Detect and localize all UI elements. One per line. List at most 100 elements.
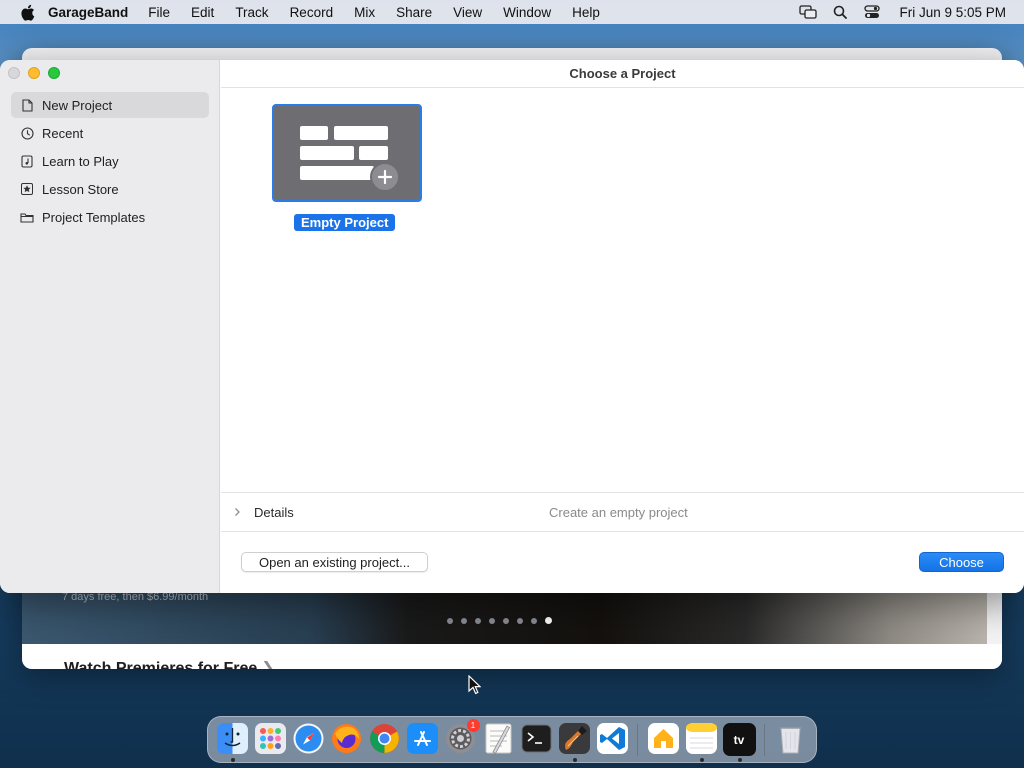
section-heading-text: Watch Premieres for Free: [64, 660, 258, 669]
menu-mix[interactable]: Mix: [354, 5, 375, 20]
app-name-menu[interactable]: GarageBand: [48, 5, 128, 20]
dock-home[interactable]: [647, 722, 680, 758]
carousel-dot[interactable]: [489, 617, 495, 624]
zoom-button[interactable]: [48, 67, 60, 79]
textedit-icon: [482, 722, 515, 758]
terminal-icon: [520, 722, 553, 758]
tile-block: [359, 146, 388, 160]
tile-block: [334, 126, 388, 140]
details-description: Create an empty project: [549, 504, 688, 520]
menu-track[interactable]: Track: [235, 5, 268, 20]
dock-separator: [764, 723, 765, 756]
running-indicator: [230, 758, 235, 762]
dock-notes[interactable]: [685, 722, 718, 762]
carousel-dot[interactable]: [461, 617, 467, 624]
menu-window[interactable]: Window: [503, 5, 551, 20]
star-icon: [20, 182, 34, 196]
sidebar-item-label: Project Templates: [42, 209, 146, 225]
open-existing-project-button[interactable]: Open an existing project...: [241, 552, 428, 572]
carousel-dot[interactable]: [475, 617, 481, 624]
menu-record[interactable]: Record: [290, 5, 334, 20]
details-label: Details: [254, 504, 294, 520]
sidebar-item-recent[interactable]: Recent: [11, 120, 209, 146]
apple-tv-icon: tv: [722, 723, 756, 756]
music-note-icon: [20, 154, 34, 168]
running-indicator: [699, 758, 704, 762]
garageband-icon: [558, 722, 591, 758]
tile-block: [300, 166, 374, 180]
folder-icon: [20, 210, 34, 224]
dock-vscode[interactable]: [596, 722, 629, 756]
choose-button[interactable]: Choose: [919, 552, 1004, 572]
disclosure-chevron-icon[interactable]: [234, 507, 244, 517]
dock-firefox[interactable]: [330, 723, 363, 756]
dock-separator: [637, 723, 638, 756]
notes-icon: [685, 722, 718, 758]
menu-bar: GarageBand File Edit Track Record Mix Sh…: [0, 0, 1024, 24]
tile-block: [300, 146, 354, 160]
carousel-dots: [447, 617, 552, 624]
sidebar-item-label: New Project: [42, 97, 113, 113]
dock-safari[interactable]: [292, 723, 325, 756]
tile-block: [300, 126, 328, 140]
dock-app-store[interactable]: [406, 722, 439, 758]
dock-chrome[interactable]: [368, 723, 401, 756]
dock-garageband[interactable]: [558, 722, 591, 762]
chevron-right-icon: ❯: [261, 660, 275, 669]
section-heading[interactable]: Watch Premieres for Free ❯: [64, 658, 275, 669]
sidebar: New Project Recent Learn to Play Lesson …: [0, 60, 220, 593]
running-indicator: [737, 758, 742, 762]
trash-icon: [774, 722, 807, 758]
dock-finder[interactable]: [216, 722, 249, 762]
window-controls: [8, 67, 60, 79]
document-icon: [20, 98, 34, 112]
carousel-dot[interactable]: [531, 617, 537, 624]
apple-icon[interactable]: [18, 3, 36, 21]
add-icon: [370, 162, 400, 192]
dock: 1 tv: [207, 716, 817, 763]
close-button[interactable]: [8, 67, 20, 79]
clock-icon: [20, 126, 34, 140]
sidebar-item-learn-to-play[interactable]: Learn to Play: [11, 148, 209, 174]
dock-system-settings[interactable]: 1: [444, 719, 480, 756]
project-browser: Choose a Project Empty Project Details C…: [221, 60, 1024, 593]
menu-edit[interactable]: Edit: [191, 5, 214, 20]
safari-icon: [292, 722, 325, 758]
sidebar-item-project-templates[interactable]: Project Templates: [11, 204, 209, 230]
sidebar-list: New Project Recent Learn to Play Lesson …: [11, 92, 209, 232]
carousel-dot[interactable]: [517, 617, 523, 624]
sidebar-item-label: Learn to Play: [42, 153, 119, 169]
carousel-dot[interactable]: [447, 617, 453, 624]
screen-mirroring-icon[interactable]: [799, 4, 818, 20]
empty-project-label[interactable]: Empty Project: [294, 214, 396, 231]
menu-help[interactable]: Help: [572, 5, 600, 20]
menu-view[interactable]: View: [453, 5, 482, 20]
dock-trash[interactable]: [774, 723, 807, 756]
app-store-icon: [406, 722, 439, 758]
firefox-icon: [330, 722, 363, 758]
window-title: Choose a Project: [221, 60, 1024, 88]
notification-badge: 1: [466, 719, 480, 732]
sidebar-item-lesson-store[interactable]: Lesson Store: [11, 176, 209, 202]
carousel-dot[interactable]: [503, 617, 509, 624]
menu-share[interactable]: Share: [396, 5, 432, 20]
menubar-clock[interactable]: Fri Jun 9 5:05 PM: [899, 5, 1006, 20]
tv-label: tv: [733, 732, 745, 747]
dock-textedit[interactable]: [482, 723, 515, 756]
minimize-button[interactable]: [28, 67, 40, 79]
spotlight-search-icon[interactable]: [831, 4, 849, 20]
control-center-icon[interactable]: [863, 4, 881, 20]
dock-launchpad[interactable]: [254, 722, 287, 756]
menu-file[interactable]: File: [148, 5, 170, 20]
chrome-icon: [368, 722, 401, 758]
sidebar-item-label: Lesson Store: [42, 181, 119, 197]
details-row[interactable]: Details Create an empty project: [221, 492, 1024, 532]
dock-apple-tv[interactable]: tv: [722, 723, 756, 762]
empty-project-tile[interactable]: [272, 104, 422, 202]
choose-project-dialog: New Project Recent Learn to Play Lesson …: [0, 60, 1024, 593]
home-icon: [647, 722, 680, 758]
mouse-pointer-icon: [468, 674, 482, 698]
dock-terminal[interactable]: [520, 723, 553, 756]
sidebar-item-new-project[interactable]: New Project: [11, 92, 209, 118]
carousel-dot-active[interactable]: [545, 617, 552, 624]
